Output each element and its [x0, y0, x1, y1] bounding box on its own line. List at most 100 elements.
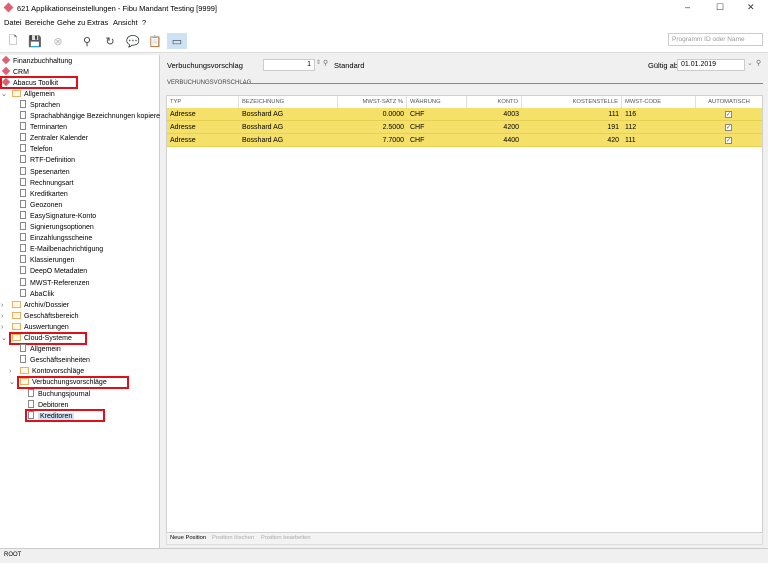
- table-cell: CHF: [410, 137, 425, 144]
- lookup-search-icon[interactable]: ⚲: [323, 59, 328, 67]
- tree-item[interactable]: Sprachen: [20, 99, 60, 111]
- comment-add-icon[interactable]: 💬: [125, 33, 141, 49]
- tree-item-label: Buchungsjournal: [38, 390, 91, 398]
- column-header[interactable]: AUTOMATISCH: [696, 96, 762, 108]
- tree-item[interactable]: ⌄ Allgemein: [1, 89, 55, 100]
- delete-position-button[interactable]: Position löschen: [212, 535, 254, 541]
- column-header[interactable]: TYP: [167, 96, 239, 108]
- automatisch-checkbox[interactable]: ✓: [725, 111, 732, 118]
- verbuchungsvorschlag-input[interactable]: 1: [263, 59, 315, 71]
- table-row[interactable]: Adresse Bosshard AG 7.7000 CHF 4400 420 111 ✓: [167, 134, 762, 147]
- tree-item[interactable]: Buchungsjournal: [28, 388, 91, 400]
- new-position-button[interactable]: Neue Position: [170, 535, 206, 541]
- chevron-down-icon[interactable]: ⌄: [1, 89, 7, 100]
- column-header[interactable]: KOSTENSTELLE: [522, 96, 622, 108]
- column-header[interactable]: KONTO: [467, 96, 522, 108]
- chevron-right-icon[interactable]: ›: [1, 322, 3, 333]
- highlight-box: [25, 409, 105, 423]
- column-header[interactable]: BEZEICHNUNG: [239, 96, 338, 108]
- menu-extras[interactable]: Extras: [87, 18, 108, 27]
- tree-item[interactable]: Geozonen: [20, 199, 62, 211]
- tree-item[interactable]: › Geschäftsbereich: [1, 311, 78, 322]
- document-icon: [20, 166, 26, 175]
- menu-ansicht[interactable]: Ansicht: [113, 18, 138, 27]
- highlight-box: [9, 331, 87, 345]
- table-row[interactable]: Adresse Bosshard AG 0.0000 CHF 4003 111 116 ✓: [167, 108, 762, 121]
- tree-item[interactable]: Rechnungsart: [20, 177, 74, 189]
- menu-help[interactable]: ?: [142, 18, 146, 27]
- module-icon: [1, 66, 11, 75]
- section-title: VERBUCHUNGSVORSCHLAG: [167, 80, 252, 86]
- document-icon: [20, 255, 26, 264]
- automatisch-checkbox[interactable]: ✓: [725, 124, 732, 131]
- tree-item-label: Telefon: [30, 146, 53, 154]
- new-document-icon[interactable]: 🗋: [5, 33, 21, 49]
- tree-item[interactable]: MWST-Referenzen: [20, 277, 90, 289]
- menu-bar: Datei Bereiche Gehe zu Extras Ansicht ?: [0, 16, 768, 29]
- table-cell: 4003: [503, 111, 519, 118]
- tree-item[interactable]: DeepO Metadaten: [20, 266, 87, 277]
- dropdown-chevron-icon[interactable]: ⌄: [747, 59, 753, 67]
- edit-position-button[interactable]: Position bearbeiten: [261, 535, 311, 541]
- chevron-down-icon[interactable]: ⌄: [9, 377, 15, 388]
- menu-bereiche[interactable]: Bereiche: [25, 18, 55, 27]
- table-row[interactable]: Adresse Bosshard AG 2.5000 CHF 4200 191 112 ✓: [167, 121, 762, 134]
- table-cell: 0.0000: [382, 111, 404, 118]
- tree-item-label: Zentraler Kalender: [30, 135, 88, 143]
- document-icon: [20, 244, 26, 253]
- tree-item[interactable]: Geschäftseinheiten: [20, 355, 90, 366]
- window-icon[interactable]: ▭: [167, 33, 187, 49]
- table-cell: 111: [608, 111, 619, 118]
- column-header[interactable]: MWST-CODE: [622, 96, 696, 108]
- tree-item[interactable]: Spesenarten: [20, 166, 70, 178]
- table-cell: 7.7000: [382, 137, 404, 144]
- tree-item[interactable]: Sprachabhängige Bezeichnungen kopieren: [20, 111, 164, 122]
- tree-item-label: Auswertungen: [24, 323, 69, 331]
- refresh-icon[interactable]: ↻: [102, 33, 118, 49]
- table-cell: CHF: [410, 111, 425, 118]
- tree-item[interactable]: Finanzbuchhaltung: [1, 55, 72, 67]
- document-icon: [20, 222, 26, 230]
- automatisch-checkbox[interactable]: ✓: [725, 137, 732, 144]
- tree-item[interactable]: Telefon: [20, 144, 53, 155]
- cancel-icon[interactable]: ⊗: [50, 33, 66, 49]
- chevron-right-icon[interactable]: ›: [1, 300, 3, 311]
- chevron-down-icon[interactable]: ⌄: [1, 333, 7, 344]
- tree-item[interactable]: › Archiv/Dossier: [1, 300, 69, 311]
- menu-datei[interactable]: Datei: [4, 18, 22, 27]
- navigation-tree: Finanzbuchhaltung CRM Abacus Toolkit ⌄ Allge…: [0, 55, 164, 548]
- tree-item[interactable]: Allgemein: [20, 344, 61, 355]
- tree-item[interactable]: AbaClik: [20, 288, 54, 300]
- column-header[interactable]: WÄHRUNG: [407, 96, 467, 108]
- save-icon[interactable]: 💾: [27, 33, 43, 49]
- chevron-right-icon[interactable]: ›: [1, 311, 3, 322]
- document-icon: [20, 144, 26, 153]
- close-button[interactable]: ✕: [747, 2, 755, 13]
- verbuchungsvorschlag-table: TYP BEZEICHNUNG MWST-SATZ % WÄHRUNG KONT…: [166, 95, 763, 533]
- spinner-icon[interactable]: ⇕: [316, 59, 321, 66]
- clipboard-add-icon[interactable]: 📋: [147, 33, 163, 49]
- menu-gehe-zu[interactable]: Gehe zu: [57, 18, 85, 27]
- search-icon[interactable]: ⚲: [79, 33, 95, 49]
- document-icon: [20, 210, 26, 219]
- date-search-icon[interactable]: ⚲: [756, 59, 761, 67]
- tree-item[interactable]: Einzahlungsscheine: [20, 233, 92, 244]
- window-title: 621 Applikationseinstellungen - Fibu Man…: [17, 4, 217, 13]
- column-header[interactable]: MWST-SATZ %: [338, 96, 407, 108]
- tree-item[interactable]: E-Mailbenachrichtigung: [20, 244, 103, 255]
- tree-item[interactable]: Zentraler Kalender: [20, 133, 88, 144]
- tree-item[interactable]: Terminarten: [20, 122, 67, 133]
- tree-item-label: Sprachen: [30, 101, 60, 109]
- tree-item[interactable]: Signierungsoptionen: [20, 222, 94, 233]
- tree-item[interactable]: RTF-Definition: [20, 155, 75, 166]
- tree-item[interactable]: Kreditkarten: [20, 188, 68, 200]
- tree-item[interactable]: EasySignature-Konto: [20, 210, 96, 222]
- maximize-button[interactable]: ☐: [716, 2, 724, 13]
- tree-item-label: Signierungsoptionen: [30, 224, 94, 231]
- tree-item[interactable]: Klassierungen: [20, 255, 74, 266]
- chevron-right-icon[interactable]: ›: [9, 366, 11, 377]
- tree-item-label: Geschäftseinheiten: [30, 357, 90, 365]
- valid-from-input[interactable]: 01.01.2019: [677, 59, 745, 71]
- program-search-input[interactable]: Programm ID oder Name: [668, 33, 763, 46]
- minimize-button[interactable]: –: [685, 2, 690, 12]
